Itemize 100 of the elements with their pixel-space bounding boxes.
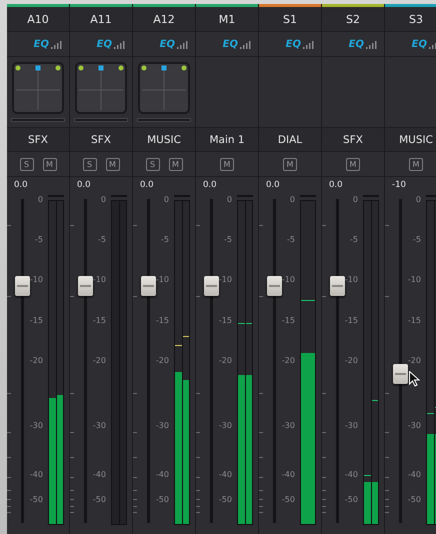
pan-panel[interactable] <box>12 62 64 114</box>
pan-panel[interactable] <box>138 62 190 114</box>
scale-label: -5 <box>224 235 232 244</box>
scale-label: -10 <box>218 275 232 284</box>
bus-label: MUSIC <box>385 128 436 152</box>
fader-reading: 0.0 <box>203 180 217 190</box>
scale-label: -40 <box>30 470 43 479</box>
scale-label: 0 <box>416 195 421 204</box>
scale-label: -20 <box>408 356 421 365</box>
track-button[interactable]: S <box>20 158 34 170</box>
track-button[interactable]: M <box>283 158 297 170</box>
fader-knob[interactable] <box>78 276 93 296</box>
track-button[interactable]: M <box>42 158 56 170</box>
fader-reading: 0.0 <box>14 180 28 190</box>
bus-label: MUSIC <box>133 128 195 152</box>
scale-label: 0 <box>100 195 106 204</box>
scale-label: -30 <box>344 421 358 430</box>
cursor-icon <box>409 371 420 387</box>
scale-label: -10 <box>282 275 295 284</box>
scale-label: -40 <box>282 470 295 479</box>
track-name: S3 <box>385 7 436 32</box>
eq-label[interactable]: EQ <box>286 38 301 50</box>
scale-label: -30 <box>92 421 106 430</box>
scale-label: -10 <box>92 275 106 284</box>
scale-label: -30 <box>218 421 232 430</box>
eq-label[interactable]: EQ <box>412 38 427 50</box>
scale-label: -10 <box>344 275 358 284</box>
track-button[interactable]: S <box>146 158 160 170</box>
scale-label: -20 <box>30 356 43 365</box>
eq-label[interactable]: EQ <box>160 38 175 50</box>
scale-label: -40 <box>156 470 169 479</box>
scale-label: -5 <box>35 235 43 244</box>
scale-label: -50 <box>30 495 43 504</box>
track-button[interactable]: M <box>220 158 234 170</box>
track-name: A12 <box>133 7 195 32</box>
scale-label: -50 <box>92 495 106 504</box>
fader-knob[interactable] <box>15 276 30 296</box>
track-name: S2 <box>322 7 384 32</box>
scale-label: -20 <box>282 356 295 365</box>
scale-label: -5 <box>350 235 358 244</box>
scale-label: 0 <box>164 195 169 204</box>
fader-knob[interactable] <box>330 276 345 296</box>
track-name: S1 <box>259 7 321 32</box>
scale-label: -15 <box>218 316 232 325</box>
scale-label: -50 <box>282 495 295 504</box>
eq-label[interactable]: EQ <box>348 38 364 50</box>
scale-label: -10 <box>156 275 169 284</box>
scale-label: -20 <box>344 356 358 365</box>
signal-bars-icon <box>366 40 378 48</box>
pan-panel[interactable] <box>75 62 127 114</box>
scale-label: -30 <box>408 421 421 430</box>
scale-label: -5 <box>98 235 106 244</box>
scale-label: -10 <box>30 275 43 284</box>
scale-label: -40 <box>218 470 232 479</box>
scale-label: -15 <box>344 316 358 325</box>
track-name: M1 <box>196 7 258 32</box>
scale-label: 0 <box>226 195 232 204</box>
scale-label: -15 <box>408 316 421 325</box>
track-button[interactable]: M <box>346 158 360 170</box>
signal-bars-icon <box>303 40 315 48</box>
scale-label: -20 <box>218 356 232 365</box>
scale-label: -50 <box>218 495 232 504</box>
fader-reading: 0.0 <box>329 180 343 190</box>
scale-label: -5 <box>287 235 295 244</box>
eq-label[interactable]: EQ <box>96 38 112 50</box>
track-button[interactable]: M <box>106 158 120 170</box>
bus-label: DIAL <box>259 128 321 152</box>
signal-bars-icon <box>177 40 189 48</box>
scale-label: -30 <box>30 421 43 430</box>
eq-label[interactable]: EQ <box>222 38 238 50</box>
fader-knob[interactable] <box>141 276 156 296</box>
fader-knob[interactable] <box>393 364 408 384</box>
scale-label: -15 <box>92 316 106 325</box>
scale-label: 0 <box>38 195 43 204</box>
fader-reading: 0.0 <box>77 180 91 190</box>
scale-label: -40 <box>92 470 106 479</box>
scale-label: -50 <box>156 495 169 504</box>
fader-reading: -10 <box>392 180 406 190</box>
scale-label: -30 <box>282 421 295 430</box>
scale-label: 0 <box>352 195 358 204</box>
scale-label: 0 <box>290 195 295 204</box>
scale-label: -5 <box>161 235 169 244</box>
track-button[interactable]: M <box>409 158 423 170</box>
scale-label: -30 <box>156 421 169 430</box>
fader-knob[interactable] <box>267 276 282 296</box>
scale-label: -15 <box>156 316 169 325</box>
scale-label: -10 <box>408 275 421 284</box>
track-button[interactable]: S <box>82 158 96 170</box>
bus-label: Main 1 <box>196 128 258 152</box>
scale-label: -20 <box>156 356 169 365</box>
track-button[interactable]: M <box>168 158 182 170</box>
fader-knob[interactable] <box>204 276 219 296</box>
scale-label: -40 <box>408 470 421 479</box>
signal-bars-icon <box>240 40 252 48</box>
scale-label: -40 <box>344 470 358 479</box>
track-name: A11 <box>70 7 132 32</box>
eq-label[interactable]: EQ <box>34 38 49 50</box>
scale-label: -15 <box>30 316 43 325</box>
track-name: A10 <box>7 7 69 32</box>
scale-label: -50 <box>344 495 358 504</box>
